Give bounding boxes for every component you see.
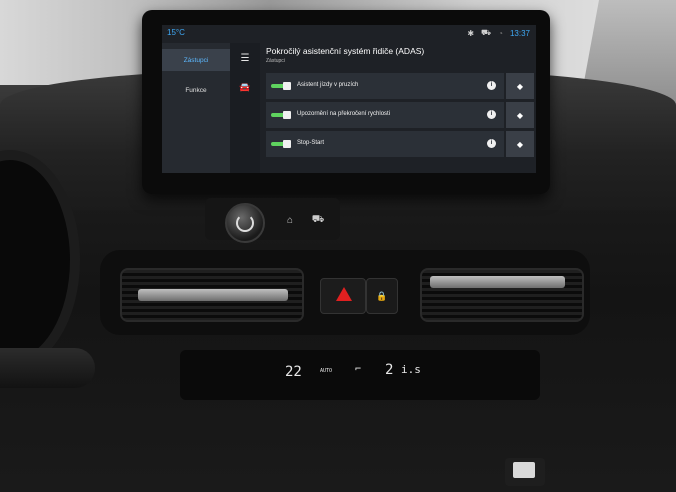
toggle-knob xyxy=(283,82,291,90)
nav-item-funkce[interactable]: Funkce xyxy=(162,79,230,101)
adas-panel: Pokročilý asistenční systém řidiče (ADAS… xyxy=(260,43,536,173)
steering-column-stalk xyxy=(0,348,95,388)
info-icon[interactable]: i xyxy=(487,81,496,90)
car-interior-photo: 15°C ✱ ⛟ ◔ 13:37 Zástupci Funkce ☰ 🚘 Pok… xyxy=(0,0,676,492)
stop-start-toggle[interactable] xyxy=(271,140,291,148)
hazard-icon xyxy=(336,287,352,301)
car-settings-icon[interactable]: 🚘 xyxy=(230,77,260,97)
speed-warning-toggle[interactable] xyxy=(271,111,291,119)
car-icon: ⛟ xyxy=(481,28,492,37)
bookmark-icon[interactable]: ◆ xyxy=(506,102,534,128)
nav-item-label: Zástupci xyxy=(183,56,209,64)
page-subtitle: Zástupci xyxy=(266,58,285,64)
info-icon[interactable]: i xyxy=(487,110,496,119)
toggle-knob xyxy=(283,140,291,148)
feature-label: Upozornění na překročení rychlosti xyxy=(297,111,391,117)
feature-row-lane-assist: Asistent jízdy v pruzích i xyxy=(266,73,504,99)
feature-row-speed-warning: Upozornění na překročení rychlosti i xyxy=(266,102,504,128)
toggle-knob xyxy=(283,111,291,119)
climate-unit: i.s xyxy=(401,363,421,376)
outside-temperature: 15°C xyxy=(167,28,185,37)
left-vent-slider[interactable] xyxy=(138,289,288,301)
feature-label: Asistent jízdy v pruzích xyxy=(297,82,359,88)
lane-assist-toggle[interactable] xyxy=(271,82,291,90)
right-vent-slider[interactable] xyxy=(430,276,565,288)
status-icons: ✱ ⛟ ◔ 13:37 xyxy=(467,28,530,38)
central-lock-button[interactable]: 🔒 xyxy=(366,278,398,314)
left-navigation: Zástupci Funkce xyxy=(162,43,230,173)
nav-item-label: Funkce xyxy=(185,86,207,94)
volume-power-knob[interactable] xyxy=(225,203,265,243)
bookmark-icon[interactable]: ◆ xyxy=(506,73,534,99)
nav-item-zastupci[interactable]: Zástupci xyxy=(162,49,230,71)
menu-icon[interactable]: ☰ xyxy=(230,48,260,68)
page-title: Pokročilý asistenční systém řidiče (ADAS… xyxy=(266,46,425,56)
lock-icon: 🔒 xyxy=(376,290,388,301)
feature-label: Stop-Start xyxy=(297,140,325,146)
fan-speed: 2 xyxy=(385,362,394,378)
bookmark-icon[interactable]: ◆ xyxy=(506,131,534,157)
infotainment-screen: 15°C ✱ ⛟ ◔ 13:37 Zástupci Funkce ☰ 🚘 Pok… xyxy=(162,25,536,173)
status-bar: 15°C ✱ ⛟ ◔ 13:37 xyxy=(162,25,536,41)
seat-airflow-icon: ⌐ xyxy=(355,364,362,375)
bluetooth-icon: ✱ xyxy=(467,28,475,38)
power-icon xyxy=(236,214,254,232)
home-icon[interactable]: ⌂ xyxy=(281,211,299,229)
car-shortcut-icon[interactable]: ⛟ xyxy=(309,211,327,229)
climate-temperature: 22 xyxy=(285,364,302,380)
usb-port xyxy=(513,462,535,478)
icon-column: ☰ 🚘 xyxy=(230,43,260,173)
feature-row-stop-start: Stop-Start i xyxy=(266,131,504,157)
signal-icon: ◔ xyxy=(498,28,503,38)
clock: 13:37 xyxy=(509,28,530,38)
climate-control-panel: 22 AUTO ⌐ 2 i.s xyxy=(180,350,540,400)
climate-mode: AUTO xyxy=(320,368,333,374)
info-icon[interactable]: i xyxy=(487,139,496,148)
